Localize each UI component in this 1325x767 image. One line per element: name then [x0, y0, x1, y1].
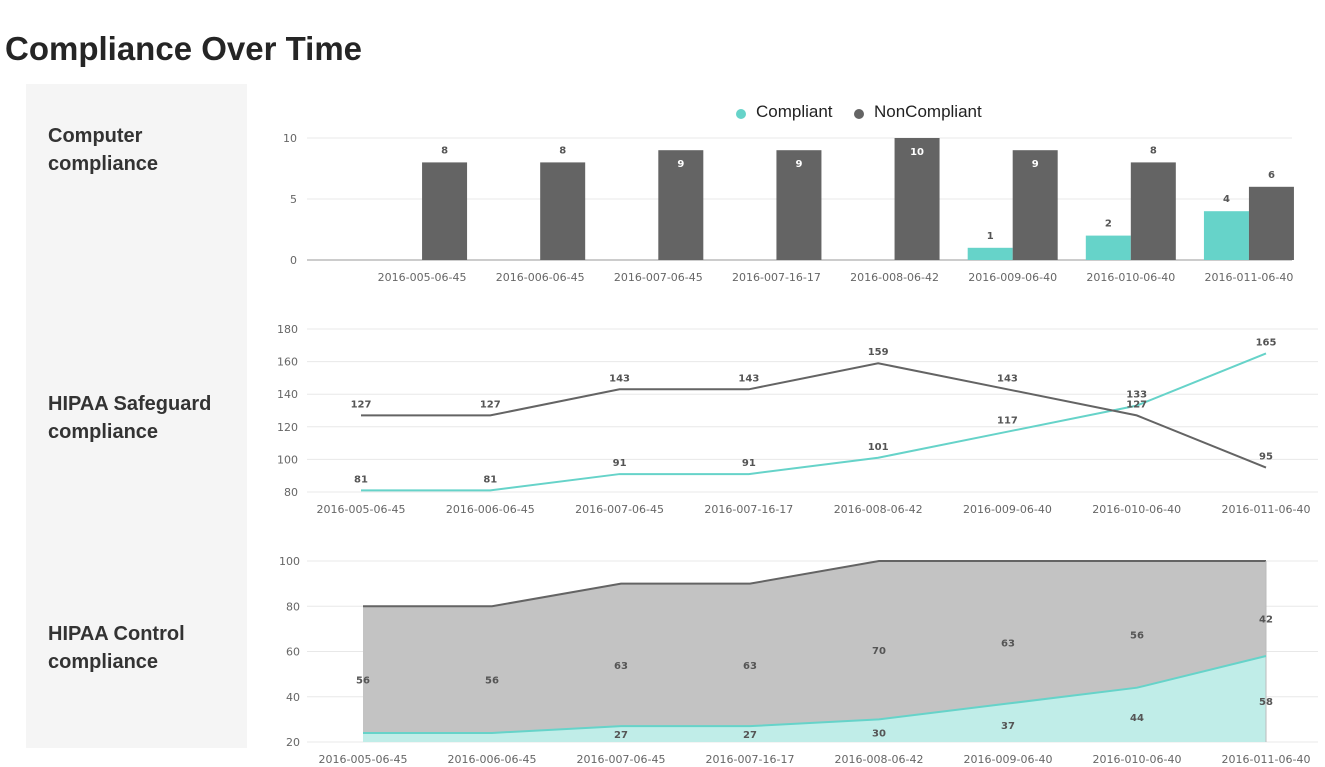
area-y-tick: 60: [286, 646, 300, 659]
area-x-tick: 2016-007-16-17: [706, 753, 795, 766]
area-data-label-compliant: 27: [743, 730, 757, 741]
bar-data-label: 1: [987, 231, 994, 242]
bar-data-label: 8: [1150, 145, 1157, 156]
line-data-label: 127: [480, 399, 501, 410]
bar-noncompliant: [1130, 162, 1176, 260]
area-x-tick: 2016-010-06-40: [1093, 753, 1182, 766]
bar-data-label: 10: [910, 147, 924, 158]
line-data-label: 127: [1126, 399, 1147, 410]
bar-compliant: [967, 247, 1013, 260]
line-x-tick: 2016-010-06-40: [1092, 503, 1181, 516]
line-data-label: 143: [609, 373, 630, 384]
line-series-compliant: [361, 352, 1267, 492]
computer-compliance-bar-chart: 0 5 10 2016-005-06-45 8 2016-006-06-45 8 2016-0…: [283, 132, 1294, 284]
area-data-label-noncompliant: 56: [356, 676, 370, 687]
bar-x-tick: 2016-007-06-45: [614, 271, 703, 284]
bar-data-label: 8: [441, 145, 448, 156]
area-data-label-compliant: 30: [872, 729, 886, 740]
line-data-label: 101: [868, 442, 889, 453]
bar-x-tick: 2016-010-06-40: [1086, 271, 1175, 284]
line-data-label: 127: [351, 399, 372, 410]
bar-x-tick: 2016-009-06-40: [968, 271, 1057, 284]
line-x-tick: 2016-007-06-45: [575, 503, 664, 516]
bar-x-tick: 2016-007-16-17: [732, 271, 821, 284]
area-data-label-noncompliant: 70: [872, 646, 886, 657]
bar-x-tick: 2016-005-06-45: [378, 271, 467, 284]
bar-compliant: [1085, 235, 1131, 260]
area-data-label-compliant: 44: [1130, 713, 1144, 724]
line-data-label: 117: [997, 416, 1018, 427]
line-data-label: 165: [1256, 337, 1277, 348]
line-data-label: 159: [868, 347, 889, 358]
line-x-tick: 2016-006-06-45: [446, 503, 535, 516]
line-data-label: 91: [742, 458, 756, 469]
bar-y-tick: 5: [290, 193, 297, 206]
bar-data-label: 4: [1223, 194, 1230, 205]
bar-x-tick: 2016-008-06-42: [850, 271, 939, 284]
line-data-label: 91: [613, 458, 627, 469]
hipaa-control-area-chart: 20 40 60 80 100 2016-005-06-45 2016-006-06-45 2…: [279, 555, 1318, 766]
line-x-tick: 2016-005-06-45: [317, 503, 406, 516]
bar-data-label: 8: [559, 145, 566, 156]
line-y-tick: 100: [277, 453, 298, 466]
hipaa-safeguard-line-chart: 80 100 120 140 160 180 2016-005-06-45 2016-006-…: [277, 323, 1318, 516]
area-y-tick: 100: [279, 555, 300, 568]
charts-canvas: Compliant NonCompliant 0 5 10 2016-005-06-45…: [277, 102, 1318, 766]
bar-noncompliant: [422, 162, 468, 260]
area-x-tick: 2016-008-06-42: [835, 753, 924, 766]
area-y-tick: 40: [286, 691, 300, 704]
bar-noncompliant: [540, 162, 586, 260]
line-y-tick: 80: [284, 486, 298, 499]
area-data-label-noncompliant: 56: [485, 676, 499, 687]
legend-marker-noncompliant: [854, 109, 864, 119]
line-x-tick: 2016-011-06-40: [1222, 503, 1311, 516]
line-data-label: 81: [354, 474, 368, 485]
area-data-label-noncompliant: 63: [614, 661, 628, 672]
legend-marker-compliant: [736, 109, 746, 119]
area-data-label-compliant: 37: [1001, 721, 1015, 732]
area-y-tick: 20: [286, 736, 300, 749]
area-x-tick: 2016-009-06-40: [964, 753, 1053, 766]
line-data-label: 143: [997, 373, 1018, 384]
line-y-tick: 160: [277, 356, 298, 369]
area-x-tick: 2016-007-06-45: [577, 753, 666, 766]
line-x-tick: 2016-009-06-40: [963, 503, 1052, 516]
area-y-tick: 80: [286, 600, 300, 613]
line-y-tick: 120: [277, 421, 298, 434]
bar-data-label: 9: [677, 159, 684, 170]
legend-label-compliant: Compliant: [756, 102, 833, 121]
area-data-label-noncompliant: 63: [743, 661, 757, 672]
line-data-label: 143: [738, 373, 759, 384]
bar-x-tick: 2016-006-06-45: [496, 271, 585, 284]
area-x-tick: 2016-005-06-45: [319, 753, 408, 766]
bar-data-label: 6: [1268, 170, 1275, 181]
area-data-label-noncompliant: 42: [1259, 615, 1273, 626]
bar-noncompliant: [1248, 186, 1294, 260]
line-data-label: 95: [1259, 452, 1273, 463]
area-x-tick: 2016-006-06-45: [448, 753, 537, 766]
area-data-label-compliant: 27: [614, 730, 628, 741]
area-data-label-noncompliant: 63: [1001, 638, 1015, 649]
bar-y-tick: 0: [290, 254, 297, 267]
bar-data-label: 9: [1032, 159, 1039, 170]
legend-label-noncompliant: NonCompliant: [874, 102, 982, 121]
line-x-tick: 2016-007-16-17: [704, 503, 793, 516]
bar-compliant: [1203, 211, 1249, 260]
bar-data-label: 9: [795, 159, 802, 170]
line-x-tick: 2016-008-06-42: [834, 503, 923, 516]
bar-x-tick: 2016-011-06-40: [1204, 271, 1293, 284]
bar-data-label: 2: [1105, 219, 1112, 230]
line-data-label: 81: [483, 474, 497, 485]
line-y-tick: 180: [277, 323, 298, 336]
area-data-label-compliant: 58: [1259, 697, 1273, 708]
line-y-tick: 140: [277, 388, 298, 401]
bar-y-tick: 10: [283, 132, 297, 145]
line-series-noncompliant: [361, 362, 1267, 469]
area-data-label-noncompliant: 56: [1130, 630, 1144, 641]
chart-legend[interactable]: Compliant NonCompliant: [736, 102, 982, 121]
area-x-tick: 2016-011-06-40: [1222, 753, 1311, 766]
